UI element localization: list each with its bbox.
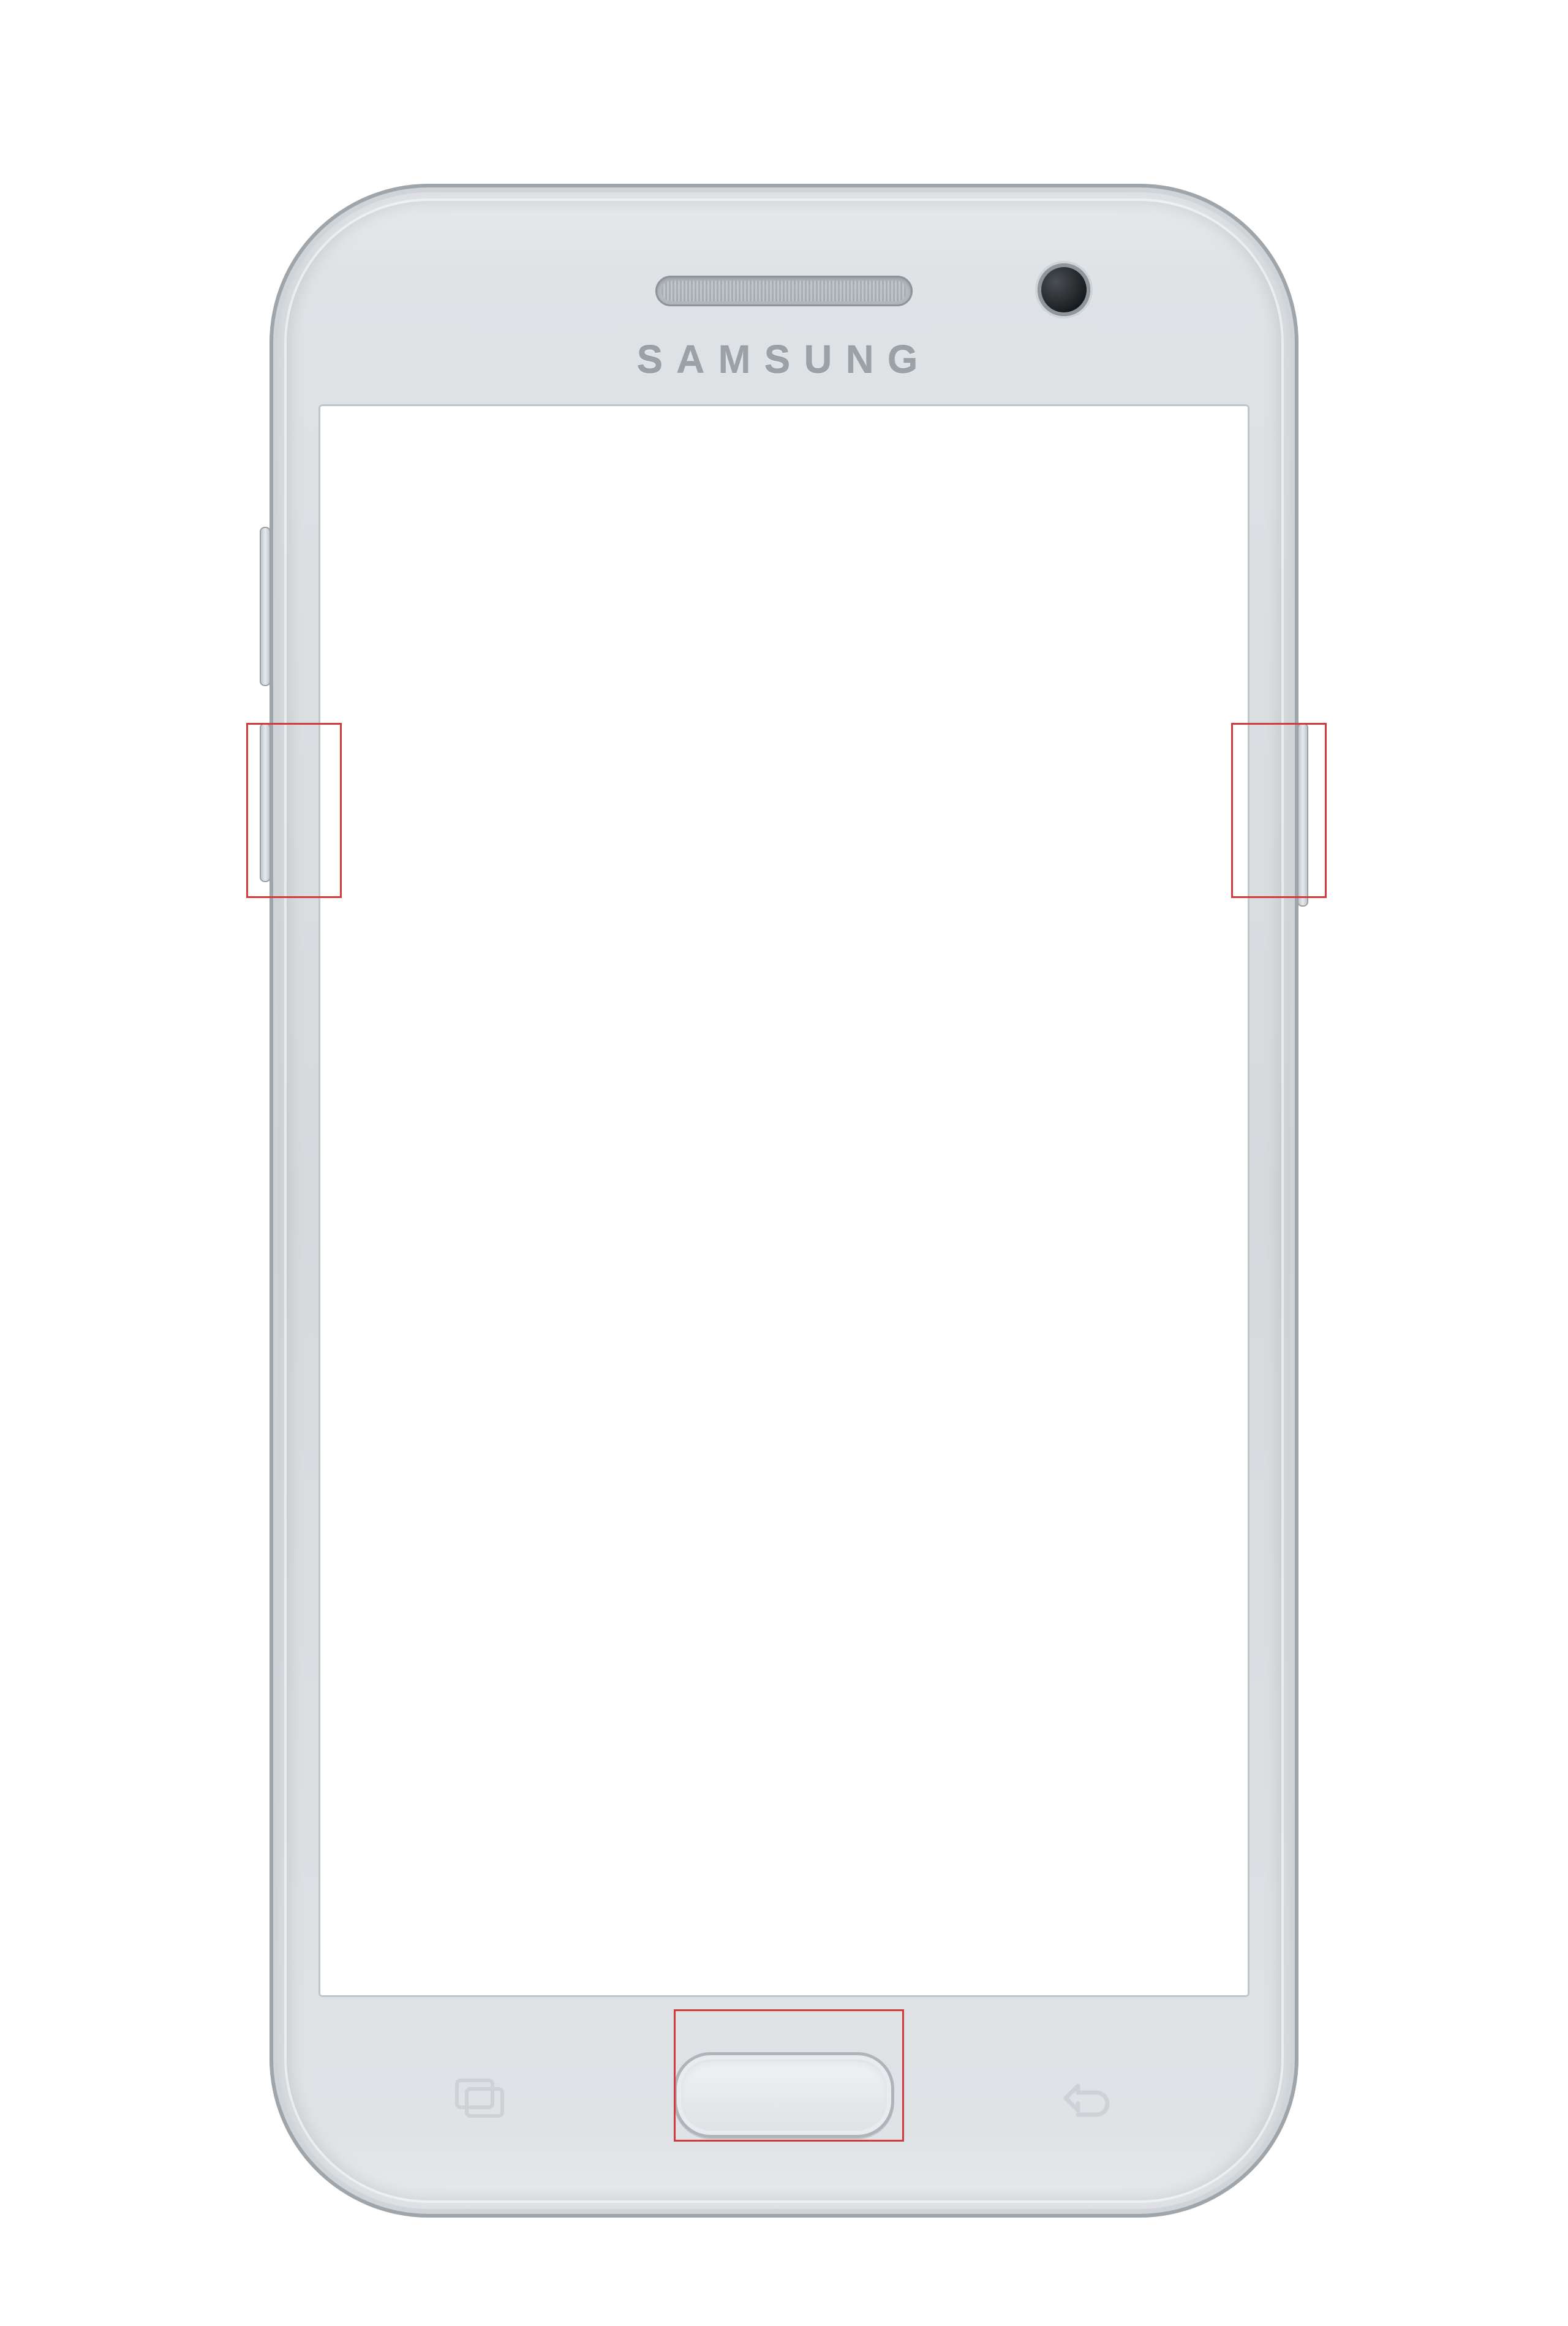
earpiece-speaker <box>655 276 913 306</box>
brand-label: SAMSUNG <box>270 337 1298 382</box>
callout-volume-down <box>246 723 342 898</box>
recents-softkey-icon[interactable] <box>453 2077 508 2120</box>
diagram-stage: SAMSUNG <box>0 0 1568 2326</box>
phone-screen <box>318 404 1250 1997</box>
callout-home <box>674 2009 904 2142</box>
volume-up-button[interactable] <box>260 527 271 686</box>
phone-frame: SAMSUNG <box>270 184 1298 2218</box>
callout-power <box>1231 723 1327 898</box>
back-softkey-icon[interactable] <box>1054 2077 1115 2120</box>
front-camera-icon <box>1038 263 1090 316</box>
